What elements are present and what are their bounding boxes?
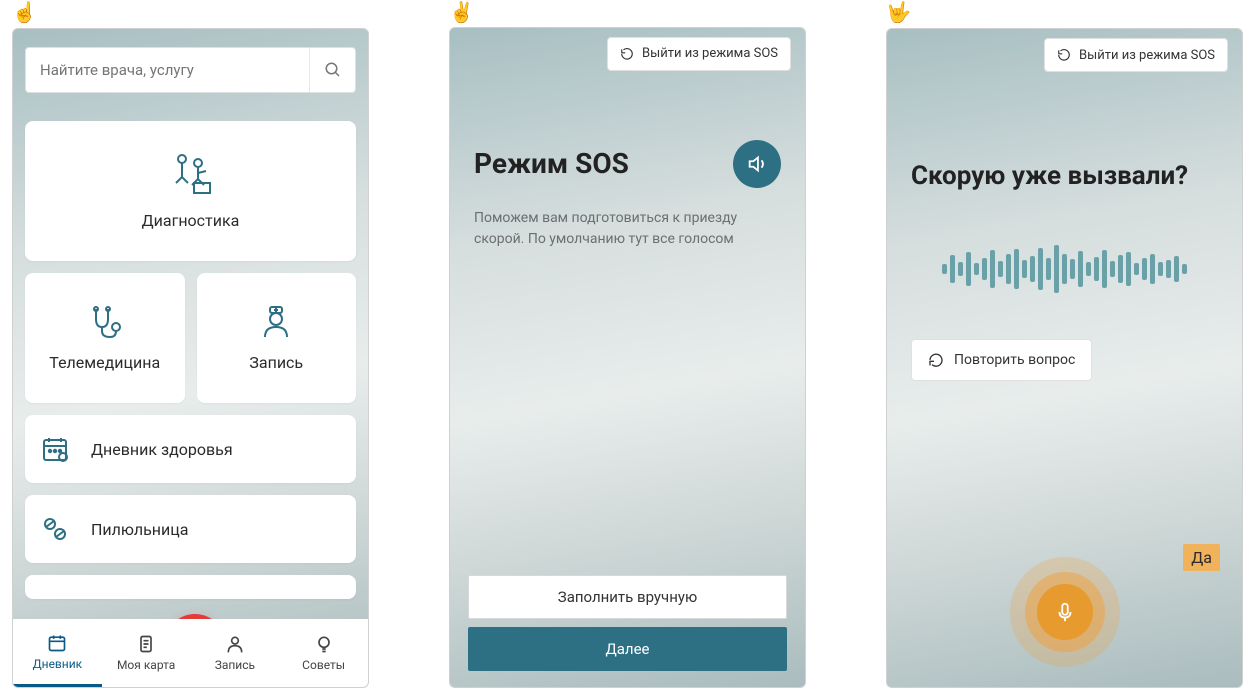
pillbox-label: Пилюльница	[91, 520, 188, 539]
wave-bar	[1062, 254, 1067, 284]
refresh-icon	[928, 352, 944, 368]
wave-bar	[1070, 259, 1075, 279]
wave-bar	[1078, 251, 1083, 287]
tab-booking[interactable]: Запись	[191, 619, 280, 687]
card-pillbox[interactable]: Пилюльница	[25, 495, 356, 563]
tab-diary-label: Дневник	[33, 657, 83, 671]
card-booking[interactable]: Запись	[197, 273, 357, 403]
wave-bar	[1030, 256, 1035, 282]
diagnostics-label: Диагностика	[142, 211, 240, 230]
wave-bar	[1134, 263, 1139, 275]
wave-bar	[1150, 254, 1155, 284]
manual-fill-button[interactable]: Заполнить вручную	[468, 575, 787, 619]
audio-waveform	[911, 239, 1218, 299]
wave-bar	[1174, 256, 1179, 282]
tab-booking-icon	[225, 634, 245, 654]
wave-bar	[1142, 258, 1147, 280]
wave-bar	[1046, 258, 1051, 280]
wave-bar	[966, 252, 971, 286]
screen-sos-intro: Выйти из режима SOS Режим SOS Поможем ва…	[449, 27, 806, 688]
card-health-diary[interactable]: Дневник здоровья	[25, 415, 356, 483]
wave-bar	[950, 255, 955, 283]
tab-my-card[interactable]: Моя карта	[102, 619, 191, 687]
exit-sos-label: Выйти из режима SOS	[642, 46, 778, 61]
mic-button-wrap	[1010, 557, 1120, 667]
tab-card-label: Моя карта	[117, 658, 175, 672]
stethoscope-icon	[88, 305, 122, 339]
wave-bar	[1094, 257, 1099, 281]
wave-bar	[1038, 248, 1043, 290]
wave-bar	[998, 261, 1003, 277]
tab-diary-icon	[47, 633, 67, 653]
exit-icon	[1057, 48, 1071, 62]
question-text: Скорую уже вызвали?	[911, 161, 1218, 191]
tab-booking-label: Запись	[215, 658, 255, 672]
search-button[interactable]	[309, 48, 355, 92]
screen-home: Диагностика Телемедицина	[12, 28, 369, 688]
doctor-icon	[259, 305, 293, 339]
tab-card-icon	[136, 634, 156, 654]
wave-bar	[1158, 262, 1163, 276]
search-icon	[324, 61, 342, 79]
exit-icon	[620, 47, 634, 61]
telemedicine-label: Телемедицина	[49, 353, 160, 372]
wave-bar	[1126, 252, 1131, 286]
wave-bar	[942, 264, 947, 274]
repeat-label: Повторить вопрос	[954, 352, 1075, 368]
wave-bar	[1182, 264, 1187, 274]
wave-bar	[990, 250, 995, 288]
sound-button[interactable]	[733, 140, 781, 188]
exit-sos-label-2: Выйти из режима SOS	[1079, 48, 1215, 63]
search-bar	[25, 47, 356, 93]
hand-emoji-2: ✌️	[449, 0, 806, 27]
tab-tips-label: Советы	[302, 658, 345, 672]
speaker-icon	[746, 153, 768, 175]
next-button[interactable]: Далее	[468, 627, 787, 671]
wave-bar	[1054, 245, 1059, 293]
exit-sos-button[interactable]: Выйти из режима SOS	[607, 37, 791, 71]
sos-title: Режим SOS	[474, 147, 629, 180]
card-diagnostics[interactable]: Диагностика	[25, 121, 356, 261]
wave-bar	[1110, 261, 1115, 277]
exit-sos-button-2[interactable]: Выйти из режима SOS	[1044, 38, 1228, 72]
health-diary-label: Дневник здоровья	[91, 440, 233, 459]
booking-label: Запись	[249, 353, 303, 372]
wave-bar	[982, 258, 987, 280]
voice-answer: Да	[1183, 544, 1220, 571]
wave-bar	[1118, 255, 1123, 283]
wave-bar	[1022, 260, 1027, 278]
card-telemedicine[interactable]: Телемедицина	[25, 273, 185, 403]
wave-bar	[1014, 249, 1019, 289]
wave-bar	[974, 263, 979, 275]
tab-diary[interactable]: Дневник	[13, 619, 102, 687]
pills-icon	[41, 515, 69, 543]
diagnostics-icon	[168, 153, 214, 195]
calendar-icon	[41, 435, 69, 463]
sos-description: Поможем вам подготовиться к приезду скор…	[474, 208, 764, 250]
mic-icon	[1054, 601, 1076, 623]
wave-bar	[958, 262, 963, 276]
hand-emoji-1: ☝️	[12, 0, 369, 28]
card-cutoff	[25, 575, 356, 599]
hand-emoji-3: 🤟	[886, 0, 1243, 28]
wave-bar	[1166, 260, 1171, 278]
repeat-question-button[interactable]: Повторить вопрос	[911, 339, 1092, 381]
tab-tips[interactable]: Советы	[279, 619, 368, 687]
wave-bar	[1006, 254, 1011, 284]
mic-button[interactable]	[1037, 584, 1093, 640]
screen-sos-question: Выйти из режима SOS Скорую уже вызвали? …	[886, 28, 1243, 688]
wave-bar	[1102, 250, 1107, 288]
tab-tips-icon	[314, 634, 334, 654]
tab-bar: Дневник Моя карта Запись Советы	[13, 619, 368, 687]
search-input[interactable]	[26, 48, 309, 92]
wave-bar	[1086, 262, 1091, 276]
